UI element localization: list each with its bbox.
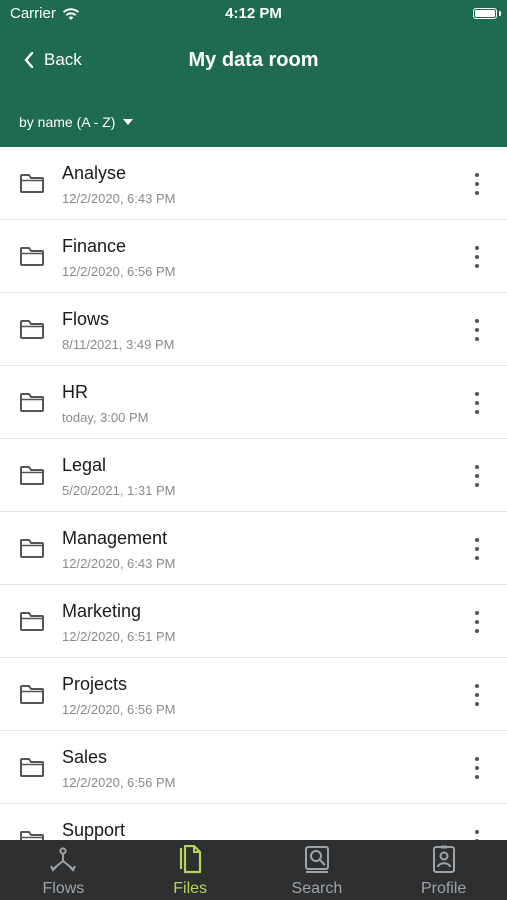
tab-files[interactable]: Files <box>127 840 254 900</box>
folder-name: Analyse <box>62 163 127 183</box>
more-options-icon[interactable] <box>469 390 485 416</box>
folder-name: Marketing <box>62 601 142 621</box>
folder-icon <box>20 612 44 631</box>
folder-name: HR <box>62 382 88 402</box>
page-title: My data room <box>188 49 319 71</box>
folder-row[interactable]: Support <box>0 804 507 840</box>
search-icon <box>304 846 329 873</box>
battery-cap <box>499 11 501 16</box>
more-options-icon[interactable] <box>469 682 485 708</box>
tab-search-label: Search <box>291 880 343 897</box>
folder-row[interactable]: Flows 8/11/2021, 3:49 PM <box>0 293 507 366</box>
tab-flows-label: Flows <box>42 880 85 897</box>
folder-date: 5/20/2021, 1:31 PM <box>62 483 176 498</box>
folder-date: 8/11/2021, 3:49 PM <box>62 337 175 352</box>
tab-profile[interactable]: Profile <box>380 840 507 900</box>
folder-date: 12/2/2020, 6:56 PM <box>62 264 176 279</box>
more-options-icon[interactable] <box>469 755 485 781</box>
folder-icon <box>20 466 44 485</box>
folder-icon <box>20 539 44 558</box>
folder-row[interactable]: Analyse 12/2/2020, 6:43 PM <box>0 147 507 220</box>
folder-row[interactable]: Marketing 12/2/2020, 6:51 PM <box>0 585 507 658</box>
tab-files-label: Files <box>173 880 208 897</box>
folder-date: 12/2/2020, 6:56 PM <box>62 702 176 717</box>
folder-date: 12/2/2020, 6:43 PM <box>62 556 176 571</box>
folder-icon <box>20 247 44 266</box>
app-header: Carrier 4:12 PM Back My data room by nam… <box>0 0 507 147</box>
folder-name: Projects <box>62 674 128 694</box>
folder-date: 12/2/2020, 6:56 PM <box>62 775 176 790</box>
folder-name: Legal <box>62 455 107 475</box>
status-bar: Carrier 4:12 PM <box>0 0 507 28</box>
folder-row[interactable]: HR today, 3:00 PM <box>0 366 507 439</box>
more-options-icon[interactable] <box>469 317 485 343</box>
folder-name: Flows <box>62 309 110 329</box>
files-icon <box>180 845 202 874</box>
tab-search[interactable]: Search <box>254 840 381 900</box>
folder-icon <box>20 758 44 777</box>
folder-name: Support <box>62 820 126 840</box>
folder-date: today, 3:00 PM <box>62 410 149 425</box>
folder-name: Sales <box>62 747 108 767</box>
tab-bar: Flows Files Search Profile <box>0 840 507 900</box>
more-options-icon[interactable] <box>469 463 485 489</box>
caret-down-icon <box>123 119 134 125</box>
folder-icon <box>20 831 44 840</box>
tab-profile-label: Profile <box>420 880 467 897</box>
folder-row[interactable]: Projects 12/2/2020, 6:56 PM <box>0 658 507 731</box>
battery-icon <box>473 8 497 19</box>
folder-row[interactable]: Management 12/2/2020, 6:43 PM <box>0 512 507 585</box>
more-options-icon[interactable] <box>469 828 485 840</box>
folder-row[interactable]: Finance 12/2/2020, 6:56 PM <box>0 220 507 293</box>
folder-row[interactable]: Sales 12/2/2020, 6:56 PM <box>0 731 507 804</box>
more-options-icon[interactable] <box>469 536 485 562</box>
more-options-icon[interactable] <box>469 244 485 270</box>
folder-icon <box>20 685 44 704</box>
status-time: 4:12 PM <box>225 5 282 22</box>
folder-date: 12/2/2020, 6:43 PM <box>62 191 176 206</box>
folder-icon <box>20 174 44 193</box>
sort-label: by name (A - Z) <box>19 114 116 130</box>
profile-icon <box>432 845 455 873</box>
folder-name: Management <box>62 528 168 548</box>
more-options-icon[interactable] <box>469 171 485 197</box>
sort-dropdown[interactable]: by name (A - Z) <box>19 114 134 130</box>
folder-icon <box>20 320 44 339</box>
folder-date: 12/2/2020, 6:51 PM <box>62 629 176 644</box>
more-options-icon[interactable] <box>469 609 485 635</box>
folder-row[interactable]: Legal 5/20/2021, 1:31 PM <box>0 439 507 512</box>
tab-flows[interactable]: Flows <box>0 840 127 900</box>
folder-name: Finance <box>62 236 127 256</box>
folder-icon <box>20 393 44 412</box>
flows-icon <box>50 847 77 872</box>
folder-list: Analyse 12/2/2020, 6:43 PM Finance 12/2/202… <box>0 147 507 840</box>
